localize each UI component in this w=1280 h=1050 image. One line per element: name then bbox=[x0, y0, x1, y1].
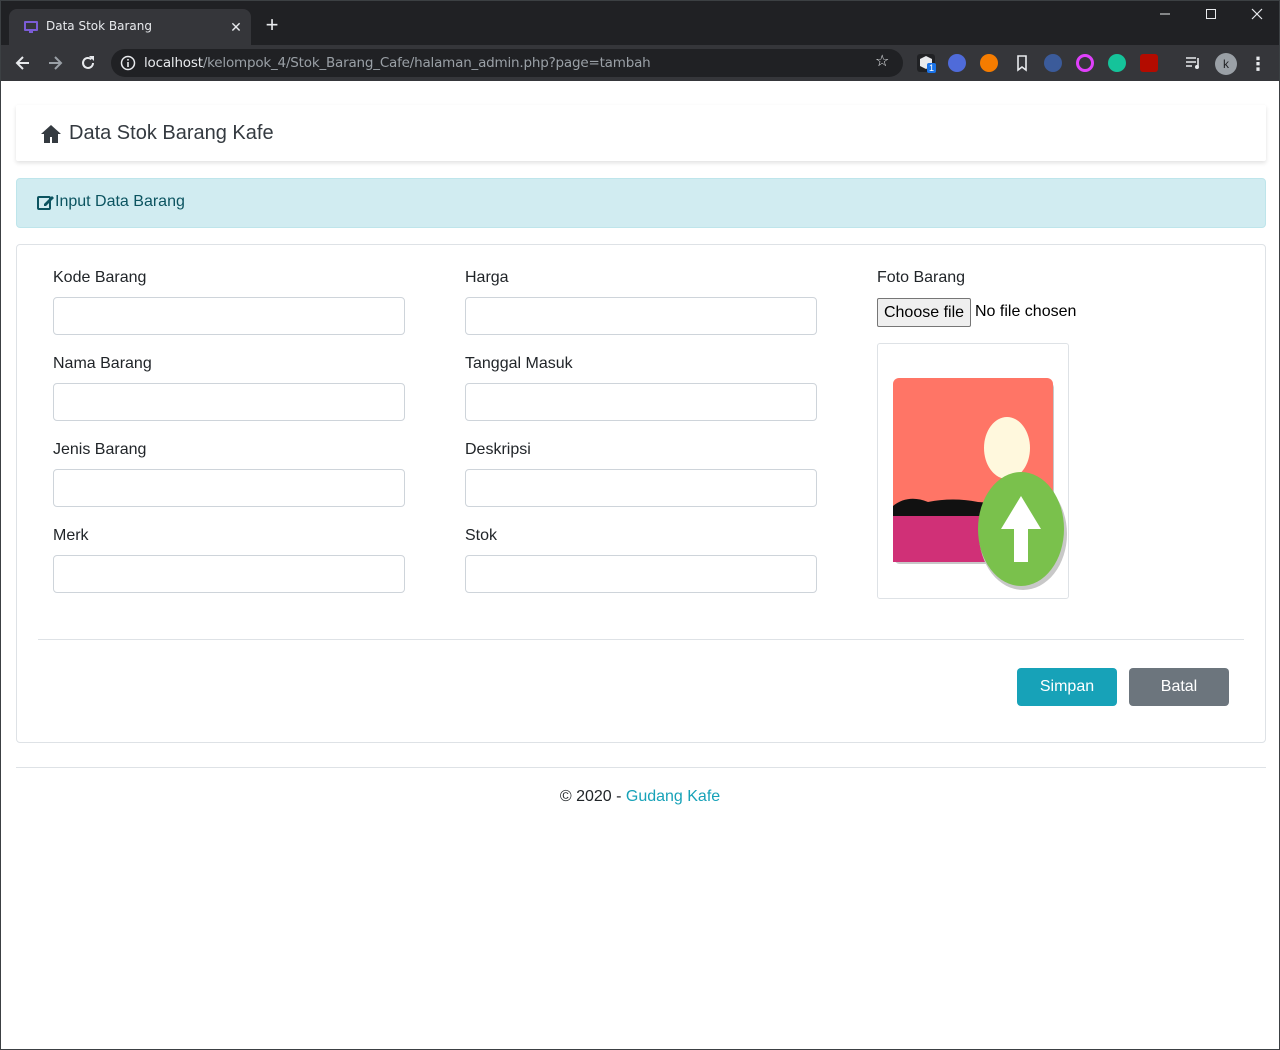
file-status-text: No file chosen bbox=[975, 303, 1077, 320]
image-upload-icon bbox=[893, 378, 1067, 590]
url-path: /kelompok_4/Stok_Barang_Cafe/halaman_adm… bbox=[202, 55, 651, 71]
extension-badge: 1 bbox=[927, 63, 937, 73]
harga-label: Harga bbox=[465, 269, 509, 286]
profile-avatar[interactable]: k bbox=[1215, 53, 1237, 75]
nama-barang-input[interactable] bbox=[53, 383, 405, 421]
color-extension-icon[interactable] bbox=[1076, 54, 1094, 72]
tab-close-icon[interactable]: ✕ bbox=[227, 18, 245, 36]
harga-input[interactable] bbox=[465, 297, 817, 335]
browser-toolbar: localhost/kelompok_4/Stok_Barang_Cafe/ha… bbox=[1, 45, 1279, 81]
owl-extension-icon[interactable] bbox=[1044, 54, 1062, 72]
menu-kebab-icon[interactable]: ⋮ bbox=[1249, 53, 1267, 75]
infinity-extension-icon[interactable] bbox=[980, 54, 998, 72]
bookmark-extension-icon[interactable] bbox=[1013, 54, 1031, 72]
merk-label: Merk bbox=[53, 527, 89, 544]
jenis-barang-input[interactable] bbox=[53, 469, 405, 507]
tab-title: Data Stok Barang bbox=[46, 19, 152, 33]
kode-barang-input[interactable] bbox=[53, 297, 405, 335]
deskripsi-label: Deskripsi bbox=[465, 441, 531, 458]
deskripsi-input[interactable] bbox=[465, 469, 817, 507]
kode-barang-label: Kode Barang bbox=[53, 269, 147, 286]
pdf-extension-icon[interactable] bbox=[1140, 54, 1158, 72]
site-favicon-icon bbox=[24, 21, 38, 33]
url-host: localhost bbox=[144, 55, 203, 71]
info-icon[interactable] bbox=[120, 55, 136, 71]
tanggal-masuk-input[interactable] bbox=[465, 383, 817, 421]
alert-text: Input Data Barang bbox=[55, 193, 185, 210]
footer: © 2020 - Gudang Kafe bbox=[1, 788, 1279, 806]
home-icon bbox=[41, 124, 61, 143]
form-divider bbox=[38, 639, 1244, 640]
form-card: Kode Barang Nama Barang Jenis Barang Mer… bbox=[16, 244, 1266, 743]
forward-icon[interactable] bbox=[43, 51, 67, 75]
tab-bar: Data Stok Barang ✕ + bbox=[1, 1, 1279, 45]
reload-icon[interactable] bbox=[76, 51, 100, 75]
browser-tab[interactable]: Data Stok Barang ✕ bbox=[9, 9, 251, 45]
app-navbar: Data Stok Barang Kafe bbox=[16, 105, 1266, 161]
choose-file-button[interactable]: Choose file bbox=[877, 298, 971, 327]
footer-divider bbox=[16, 767, 1266, 768]
bookmark-star-icon[interactable]: ☆ bbox=[875, 53, 893, 71]
browser-window: Data Stok Barang ✕ + localhost/kelompok_… bbox=[0, 0, 1280, 1050]
alert-content: Input Data Barang bbox=[37, 193, 185, 211]
discord-icon[interactable] bbox=[948, 54, 966, 72]
minimize-icon[interactable] bbox=[1142, 7, 1188, 27]
foto-barang-label: Foto Barang bbox=[877, 269, 966, 286]
footer-copyright: © 2020 - bbox=[559, 788, 626, 805]
save-button[interactable]: Simpan bbox=[1017, 668, 1117, 706]
url-text[interactable]: localhost/kelompok_4/Stok_Barang_Cafe/ha… bbox=[144, 55, 651, 71]
grammarly-icon[interactable] bbox=[1108, 54, 1126, 72]
page-viewport: Data Stok Barang Kafe Input Data Barang … bbox=[1, 81, 1279, 1049]
footer-link[interactable]: Gudang Kafe bbox=[626, 788, 720, 805]
new-tab-icon[interactable]: + bbox=[261, 14, 283, 37]
maximize-icon[interactable] bbox=[1188, 7, 1234, 27]
address-bar[interactable]: localhost/kelompok_4/Stok_Barang_Cafe/ha… bbox=[111, 49, 903, 77]
photo-preview bbox=[877, 343, 1069, 599]
jenis-barang-label: Jenis Barang bbox=[53, 441, 147, 458]
merk-input[interactable] bbox=[53, 555, 405, 593]
brand[interactable]: Data Stok Barang Kafe bbox=[40, 122, 274, 145]
info-alert: Input Data Barang bbox=[16, 178, 1266, 228]
edit-icon bbox=[37, 195, 54, 210]
back-icon[interactable] bbox=[11, 51, 35, 75]
close-window-icon[interactable] bbox=[1234, 7, 1280, 27]
stok-label: Stok bbox=[465, 527, 498, 544]
cancel-button[interactable]: Batal bbox=[1129, 668, 1229, 706]
extension-cube-icon[interactable]: 1 bbox=[917, 54, 937, 73]
nama-barang-label: Nama Barang bbox=[53, 355, 152, 372]
tanggal-masuk-label: Tanggal Masuk bbox=[465, 355, 573, 372]
stok-input[interactable] bbox=[465, 555, 817, 593]
brand-title: Data Stok Barang Kafe bbox=[69, 122, 274, 144]
media-control-icon[interactable] bbox=[1184, 54, 1202, 72]
